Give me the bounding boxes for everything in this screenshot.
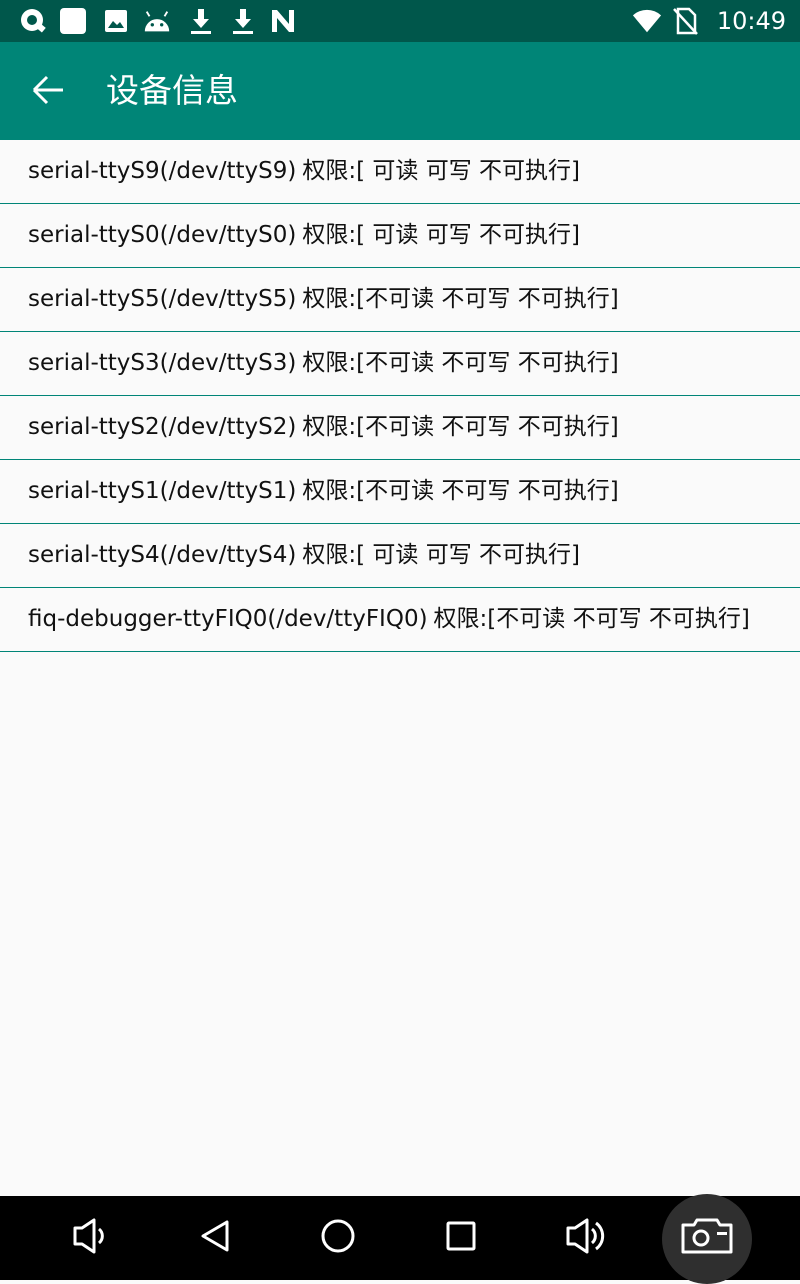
volume-up-icon — [563, 1216, 607, 1260]
page-title: 设备信息 — [106, 71, 238, 110]
list-item[interactable]: serial-ttyS0(/dev/ttyS0) 权限:[ 可读 可写 不可执行] — [0, 204, 800, 268]
n-icon — [268, 6, 298, 36]
back-button[interactable] — [18, 62, 78, 122]
list-item[interactable]: serial-ttyS2(/dev/ttyS2) 权限:[不可读 不可写 不可执行… — [0, 396, 800, 460]
list-item[interactable]: fiq-debugger-ttyFIQ0(/dev/ttyFIQ0) 权限:[不可… — [0, 588, 800, 652]
status-time: 10:49 — [716, 7, 786, 35]
volume-up-button[interactable] — [543, 1196, 627, 1280]
device-permission: 权限:[不可读 不可写 不可执行] — [302, 286, 619, 312]
device-name: serial-ttyS3(/dev/ttyS3) — [28, 350, 297, 376]
device-permission: 权限:[ 可读 可写 不可执行] — [302, 158, 580, 184]
volume-down-button[interactable] — [48, 1196, 132, 1280]
list-item[interactable]: serial-ttyS9(/dev/ttyS9) 权限:[ 可读 可写 不可执行] — [0, 140, 800, 204]
recents-square-icon — [444, 1219, 478, 1257]
device-name: serial-ttyS1(/dev/ttyS1) — [28, 478, 297, 504]
status-bar: 10:49 — [0, 0, 800, 42]
device-permission: 权限:[不可读 不可写 不可执行] — [302, 414, 619, 440]
download-icon — [228, 6, 258, 36]
device-permission: 权限:[ 可读 可写 不可执行] — [302, 542, 580, 568]
list-item[interactable]: serial-ttyS1(/dev/ttyS1) 权限:[不可读 不可写 不可执行… — [0, 460, 800, 524]
device-name: serial-ttyS2(/dev/ttyS2) — [28, 414, 297, 440]
image-icon — [101, 6, 131, 36]
back-triangle-icon — [197, 1218, 233, 1258]
wifi-icon — [632, 6, 662, 36]
device-permission: 权限:[不可读 不可写 不可执行] — [302, 350, 619, 376]
android-icon — [142, 6, 172, 36]
device-permission: 权限:[不可读 不可写 不可执行] — [433, 606, 750, 632]
no-sim-icon — [670, 6, 700, 36]
device-permission: 权限:[ 可读 可写 不可执行] — [302, 222, 580, 248]
device-name: serial-ttyS9(/dev/ttyS9) — [28, 158, 297, 184]
device-name: serial-ttyS4(/dev/ttyS4) — [28, 542, 297, 568]
download-icon — [186, 6, 216, 36]
home-circle-icon — [320, 1218, 356, 1258]
app-square-icon — [58, 6, 88, 36]
list-item[interactable]: serial-ttyS4(/dev/ttyS4) 权限:[ 可读 可写 不可执行] — [0, 524, 800, 588]
back-nav-button[interactable] — [173, 1196, 257, 1280]
app-bar: 设备信息 — [0, 42, 800, 140]
device-name: serial-ttyS5(/dev/ttyS5) — [28, 286, 297, 312]
screenshot-camera-icon — [679, 1216, 735, 1260]
screenshot-button[interactable] — [665, 1196, 749, 1280]
list-item[interactable]: serial-ttyS5(/dev/ttyS5) 权限:[不可读 不可写 不可执行… — [0, 268, 800, 332]
device-permission: 权限:[不可读 不可写 不可执行] — [302, 478, 619, 504]
home-button[interactable] — [296, 1196, 380, 1280]
volume-down-icon — [70, 1216, 110, 1260]
q-app-icon — [18, 6, 48, 36]
navigation-bar — [0, 1194, 800, 1284]
recents-button[interactable] — [419, 1196, 503, 1280]
device-name: fiq-debugger-ttyFIQ0(/dev/ttyFIQ0) — [28, 606, 428, 632]
device-list: serial-ttyS9(/dev/ttyS9) 权限:[ 可读 可写 不可执行]… — [0, 140, 800, 652]
list-item[interactable]: serial-ttyS3(/dev/ttyS3) 权限:[不可读 不可写 不可执行… — [0, 332, 800, 396]
device-name: serial-ttyS0(/dev/ttyS0) — [28, 222, 297, 248]
arrow-left-icon — [30, 72, 66, 112]
